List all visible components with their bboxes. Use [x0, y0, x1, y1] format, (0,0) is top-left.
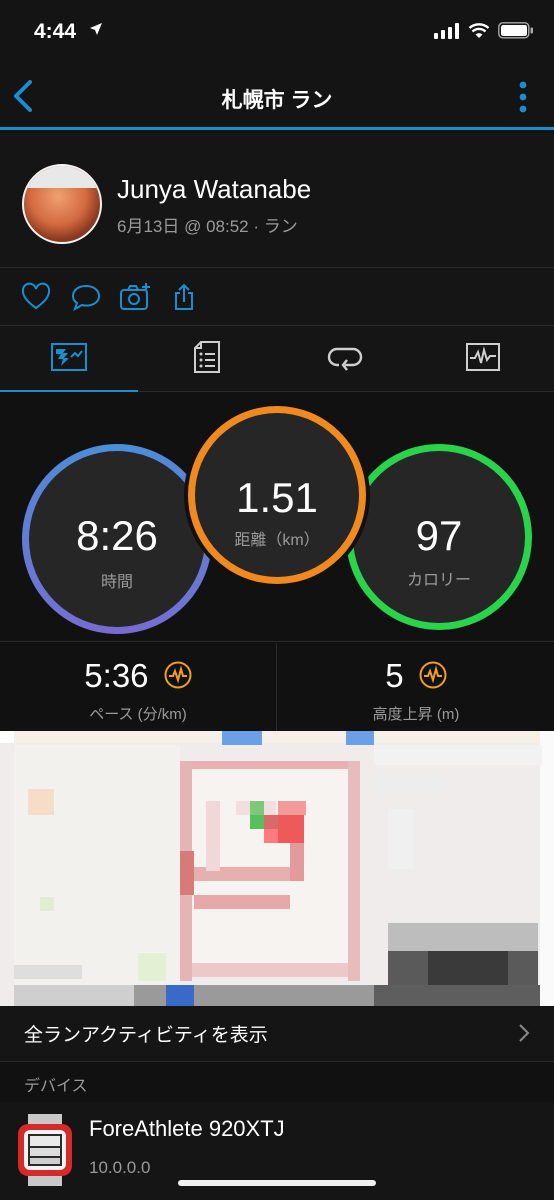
user-name[interactable]: Junya Watanabe: [117, 174, 311, 205]
share-icon[interactable]: [170, 282, 202, 312]
stats-row: 5:36 ペース (分/km) 5 高度上昇 (m): [0, 643, 554, 731]
details-tab-icon: [194, 340, 220, 378]
time-label: 時間: [100, 574, 133, 591]
elevation-stat[interactable]: 5 高度上昇 (m): [278, 643, 554, 731]
tab-laps[interactable]: [276, 326, 414, 392]
watch-image: [16, 1114, 74, 1186]
devices-section-header: デバイス: [0, 1062, 554, 1102]
tab-overview[interactable]: [0, 326, 138, 393]
page-title: 札幌市 ラン: [221, 89, 333, 112]
status-time: 4:44: [34, 20, 77, 43]
nav-bar: 札幌市 ラン: [0, 64, 554, 130]
laps-tab-icon: [327, 343, 363, 376]
tab-graphs[interactable]: [414, 326, 552, 392]
all-runs-label: 全ランアクティビティを表示: [24, 1025, 268, 1046]
elevation-value: 5: [385, 657, 404, 694]
calories-value: 97: [415, 512, 463, 559]
graphs-tab-icon: [466, 342, 500, 376]
distance-value: 1.51: [236, 474, 318, 521]
status-bar: 4:44: [0, 0, 554, 64]
all-runs-link[interactable]: 全ランアクティビティを表示: [0, 1006, 554, 1062]
add-photo-icon[interactable]: [119, 282, 151, 312]
social-actions: [0, 268, 554, 326]
device-name: ForeAthlete 920XTJ: [89, 1116, 285, 1141]
activity-tabs: [0, 326, 554, 393]
activity-header: Junya Watanabe 6月13日 @ 08:52 · ラン: [0, 133, 554, 268]
elevation-label: 高度上昇 (m): [372, 706, 460, 723]
calories-ring[interactable]: 97 カロリー: [346, 444, 532, 630]
avatar[interactable]: [22, 164, 102, 244]
home-indicator[interactable]: [178, 1180, 376, 1186]
location-arrow-icon: [89, 22, 103, 41]
pace-value: 5:36: [84, 657, 149, 694]
wifi-icon: [468, 22, 490, 44]
route-map[interactable]: [0, 731, 554, 1006]
heart-icon[interactable]: [20, 282, 52, 312]
pace-value-row: 5:36: [0, 657, 276, 697]
pace-label: ペース (分/km): [89, 706, 187, 723]
battery-icon: [498, 22, 534, 44]
calories-label: カロリー: [406, 572, 471, 589]
activity-datetime: 6月13日 @ 08:52 · ラン: [117, 217, 298, 236]
distance-label: 距離（km）: [234, 532, 320, 549]
pulse-icon: [164, 659, 192, 697]
more-vertical-icon[interactable]: [516, 80, 530, 114]
comment-icon[interactable]: [70, 282, 102, 312]
pulse-icon: [419, 659, 447, 697]
devices-header-label: デバイス: [24, 1078, 88, 1095]
elevation-value-row: 5: [278, 657, 554, 697]
device-version: 10.0.0.0: [89, 1158, 151, 1177]
overview-tab-icon: [51, 342, 87, 376]
tab-details[interactable]: [138, 326, 276, 392]
distance-ring[interactable]: 1.51 距離（km）: [184, 402, 370, 588]
signal-icon: [434, 22, 460, 44]
summary-circles: 8:26 時間 97 カロリー 1.51 距離（km）: [0, 392, 554, 642]
pace-stat[interactable]: 5:36 ペース (分/km): [0, 643, 276, 731]
chevron-right-icon: [518, 1022, 530, 1044]
